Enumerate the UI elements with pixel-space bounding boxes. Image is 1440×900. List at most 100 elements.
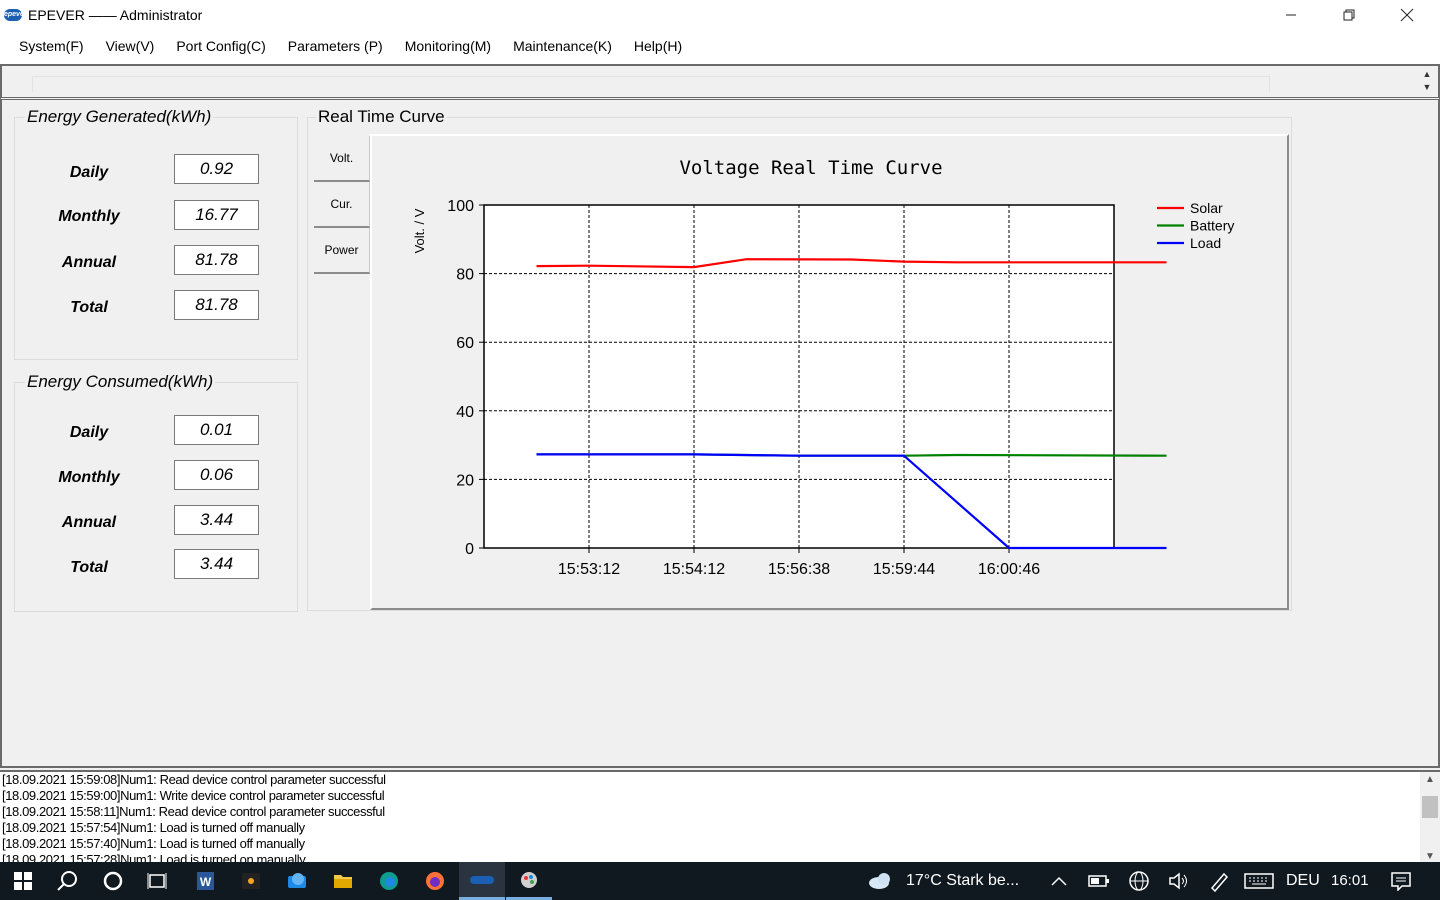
y-axis-label: Volt. / V xyxy=(412,208,427,253)
menu-parameters[interactable]: Parameters (P) xyxy=(277,30,394,64)
generated-total-value: 81.78 xyxy=(174,290,259,320)
notification-icon xyxy=(1391,872,1411,891)
epever-app-icon xyxy=(470,875,494,884)
app-logo-icon: epever xyxy=(4,9,27,21)
log-scrollbar[interactable]: ▲ ▼ xyxy=(1420,772,1440,862)
menu-port-config[interactable]: Port Config(C) xyxy=(165,30,276,64)
epever-app[interactable] xyxy=(459,862,505,900)
log-entry: [18.09.2021 15:57:54]Num1: Load is turne… xyxy=(2,820,305,835)
media-icon xyxy=(242,873,260,889)
restore-icon xyxy=(1343,9,1355,21)
close-icon xyxy=(1400,8,1414,22)
consumed-total-value: 3.44 xyxy=(174,549,259,579)
taskbar: W 17°C Stark be... DEU 16:01 xyxy=(0,862,1440,900)
generated-total-label: Total xyxy=(70,299,108,316)
menu-view[interactable]: View(V) xyxy=(95,30,166,64)
title-bar: epever EPEVER —— Administrator xyxy=(0,0,1440,30)
word-app[interactable]: W xyxy=(182,862,228,900)
x-tick-label: 15:54:12 xyxy=(663,561,725,578)
tab-cur[interactable]: Cur. xyxy=(314,182,370,228)
search-button[interactable] xyxy=(44,862,90,900)
legend-label-solar: Solar xyxy=(1190,200,1223,216)
consumed-total-label: Total xyxy=(70,559,108,576)
clock[interactable]: 16:01 xyxy=(1331,862,1369,900)
windows-icon xyxy=(14,872,32,890)
menu-monitoring[interactable]: Monitoring(M) xyxy=(394,30,502,64)
log-entry: [18.09.2021 15:59:00]Num1: Write device … xyxy=(2,788,385,803)
task-view-icon xyxy=(147,873,167,889)
energy-generated-title: Energy Generated(kWh) xyxy=(25,107,214,127)
legend-label-battery: Battery xyxy=(1190,218,1234,234)
y-tick-label: 80 xyxy=(456,267,474,284)
globe-icon xyxy=(1129,871,1149,891)
minimize-button[interactable] xyxy=(1262,0,1320,30)
y-tick-label: 40 xyxy=(456,404,474,421)
scroll-up-icon[interactable]: ▲ xyxy=(1420,774,1440,785)
menu-maintenance[interactable]: Maintenance(K) xyxy=(502,30,623,64)
log-panel: [18.09.2021 15:59:08]Num1: Read device c… xyxy=(0,770,1440,862)
paint-app[interactable] xyxy=(506,862,552,900)
battery-icon xyxy=(1088,875,1109,887)
edge-app[interactable] xyxy=(366,862,412,900)
main-panel: Energy Generated(kWh) Daily 0.92 Monthly… xyxy=(0,100,1440,768)
scroll-thumb[interactable] xyxy=(1422,796,1438,818)
x-tick-label: 16:00:46 xyxy=(978,561,1040,578)
tab-power[interactable]: Power xyxy=(314,228,370,274)
mail-app[interactable] xyxy=(274,862,320,900)
keyboard-tray[interactable] xyxy=(1236,862,1282,900)
tab-strip-area xyxy=(32,76,1270,92)
chevron-down-icon[interactable]: ▼ xyxy=(1420,81,1434,94)
generated-annual-value: 81.78 xyxy=(174,245,259,275)
generated-daily-label: Daily xyxy=(69,164,109,181)
menu-help[interactable]: Help(H) xyxy=(623,30,693,64)
pen-icon xyxy=(1210,872,1229,892)
weather-widget[interactable] xyxy=(858,862,904,900)
speaker-icon xyxy=(1169,872,1187,890)
y-tick-label: 20 xyxy=(456,472,474,489)
minimize-icon xyxy=(1286,14,1296,16)
consumed-monthly-value: 0.06 xyxy=(174,460,259,490)
generated-annual-label: Annual xyxy=(61,254,117,271)
energy-generated-group: Energy Generated(kWh) Daily 0.92 Monthly… xyxy=(14,107,298,360)
log-entry: [18.09.2021 15:59:08]Num1: Read device c… xyxy=(2,772,386,787)
energy-consumed-group: Energy Consumed(kWh) Daily 0.01 Monthly … xyxy=(14,372,298,612)
voltage-chart: Voltage Real Time Curve 0 20 40 60 80 100 15:53… xyxy=(412,157,1234,578)
cloud-icon xyxy=(869,873,890,889)
tab-scroll-spinner[interactable]: ▲ ▼ xyxy=(1420,68,1434,96)
consumed-monthly-label: Monthly xyxy=(58,469,120,486)
svg-text:W: W xyxy=(200,875,212,889)
search-icon xyxy=(57,871,77,891)
y-tick-label: 100 xyxy=(447,198,474,215)
media-app[interactable] xyxy=(228,862,274,900)
x-tick-label: 15:53:12 xyxy=(558,561,620,578)
firefox-app[interactable] xyxy=(412,862,458,900)
close-button[interactable] xyxy=(1378,0,1436,30)
edge-icon xyxy=(380,872,398,890)
keyboard-icon xyxy=(1244,873,1274,889)
language-indicator[interactable]: DEU xyxy=(1286,862,1320,900)
x-tick-label: 15:56:38 xyxy=(768,561,830,578)
menu-system[interactable]: System(F) xyxy=(8,30,95,64)
tab-strip: ▲ ▼ xyxy=(0,64,1440,100)
cortana-button[interactable] xyxy=(90,862,136,900)
task-view-button[interactable] xyxy=(134,862,180,900)
explorer-app[interactable] xyxy=(320,862,366,900)
legend-label-load: Load xyxy=(1190,235,1221,251)
notifications-button[interactable] xyxy=(1378,862,1424,900)
folder-icon xyxy=(334,875,352,888)
consumed-annual-label: Annual xyxy=(61,514,117,531)
real-time-curve-group: Real Time Curve Volt. Cur. Power Voltage… xyxy=(307,107,1292,611)
x-tick-label: 15:59:44 xyxy=(873,561,935,578)
chevron-up-icon[interactable]: ▲ xyxy=(1420,68,1434,81)
log-entry: [18.09.2021 15:57:28]Num1: Load is turne… xyxy=(2,852,306,862)
consumed-daily-label: Daily xyxy=(69,424,109,441)
window-title: EPEVER —— Administrator xyxy=(28,7,203,23)
menu-bar: System(F) View(V) Port Config(C) Paramet… xyxy=(0,30,1440,64)
log-entry: [18.09.2021 15:57:40]Num1: Load is turne… xyxy=(2,836,305,851)
generated-daily-value: 0.92 xyxy=(174,154,259,184)
tab-volt[interactable]: Volt. xyxy=(314,136,370,182)
restore-button[interactable] xyxy=(1320,0,1378,30)
scroll-down-icon[interactable]: ▼ xyxy=(1420,851,1440,862)
start-button[interactable] xyxy=(0,862,46,900)
weather-text[interactable]: 17°C Stark be... xyxy=(906,862,1019,900)
